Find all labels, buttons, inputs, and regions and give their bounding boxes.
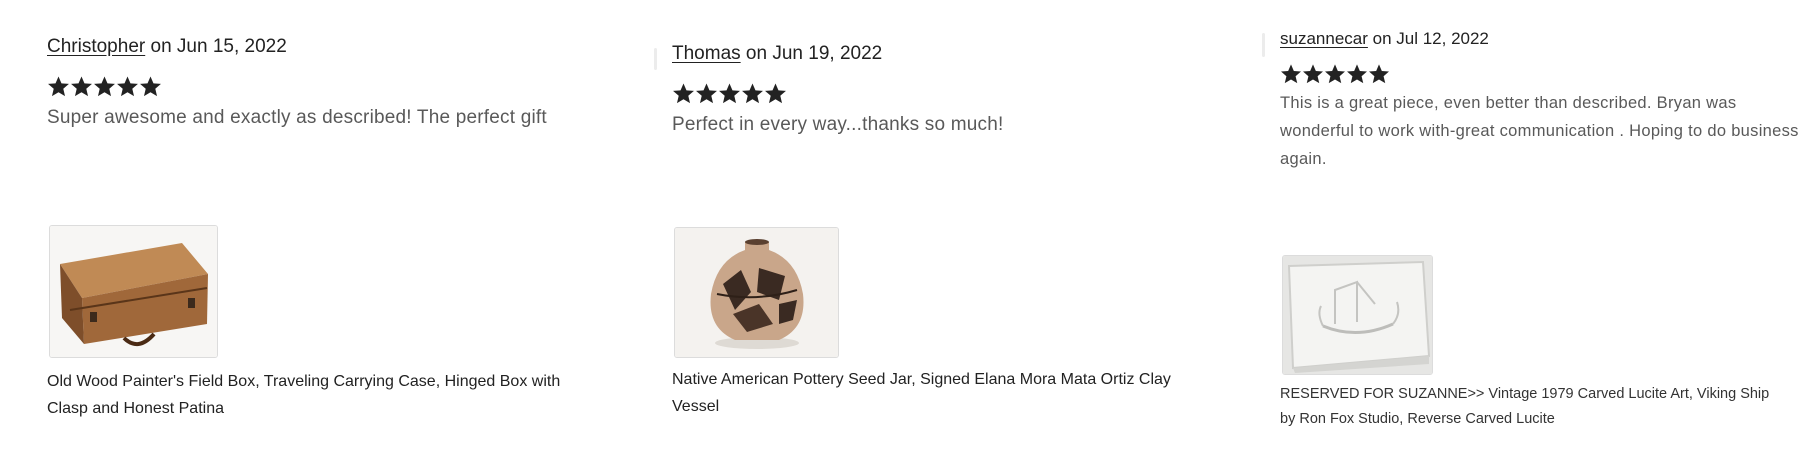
star-icon [1346, 63, 1368, 85]
star-icon [718, 82, 741, 105]
review-card: Thomas on Jun 19, 2022 Perfect in every … [672, 43, 1232, 139]
star-icon [70, 75, 93, 98]
divider [1262, 33, 1265, 57]
wooden-box-image [50, 226, 217, 357]
star-icon [1302, 63, 1324, 85]
review-text: Super awesome and exactly as described! … [47, 107, 547, 128]
star-icon [139, 75, 162, 98]
item-title-link[interactable]: Native American Pottery Seed Jar, Signed… [672, 366, 1202, 420]
star-rating [1280, 63, 1800, 85]
review-date: on Jul 12, 2022 [1372, 29, 1489, 48]
review-date: on Jun 19, 2022 [745, 43, 883, 64]
star-icon [47, 75, 70, 98]
review-header: suzannecar on Jul 12, 2022 [1280, 29, 1800, 49]
reviewer-name-link[interactable]: suzannecar [1280, 29, 1368, 48]
divider [654, 48, 657, 70]
item-thumbnail[interactable] [674, 227, 839, 358]
item-title-link[interactable]: Old Wood Painter's Field Box, Traveling … [47, 368, 577, 422]
star-rating [47, 75, 607, 98]
item-thumbnail[interactable] [49, 225, 218, 358]
lucite-block-image [1283, 256, 1432, 374]
star-icon [1280, 63, 1302, 85]
star-icon [672, 82, 695, 105]
star-icon [1368, 63, 1390, 85]
item-thumbnail[interactable] [1282, 255, 1433, 375]
review-text: This is a great piece, even better than … [1280, 94, 1799, 168]
review-text: Perfect in every way...thanks so much! [672, 114, 1004, 135]
reviewer-name-link[interactable]: Christopher [47, 36, 145, 57]
star-icon [93, 75, 116, 98]
star-icon [1324, 63, 1346, 85]
star-rating [672, 82, 1232, 105]
star-icon [116, 75, 139, 98]
star-icon [695, 82, 718, 105]
pottery-jar-image [675, 228, 838, 357]
star-icon [764, 82, 787, 105]
review-date: on Jun 15, 2022 [150, 36, 287, 57]
reviewer-name-link[interactable]: Thomas [672, 43, 741, 64]
item-title-link[interactable]: RESERVED FOR SUZANNE>> Vintage 1979 Carv… [1280, 382, 1780, 432]
review-card: suzannecar on Jul 12, 2022 This is a gre… [1280, 29, 1800, 173]
review-header: Christopher on Jun 15, 2022 [47, 36, 607, 58]
review-card: Christopher on Jun 15, 2022 Super awesom… [47, 36, 607, 132]
star-icon [741, 82, 764, 105]
review-header: Thomas on Jun 19, 2022 [672, 43, 1232, 65]
